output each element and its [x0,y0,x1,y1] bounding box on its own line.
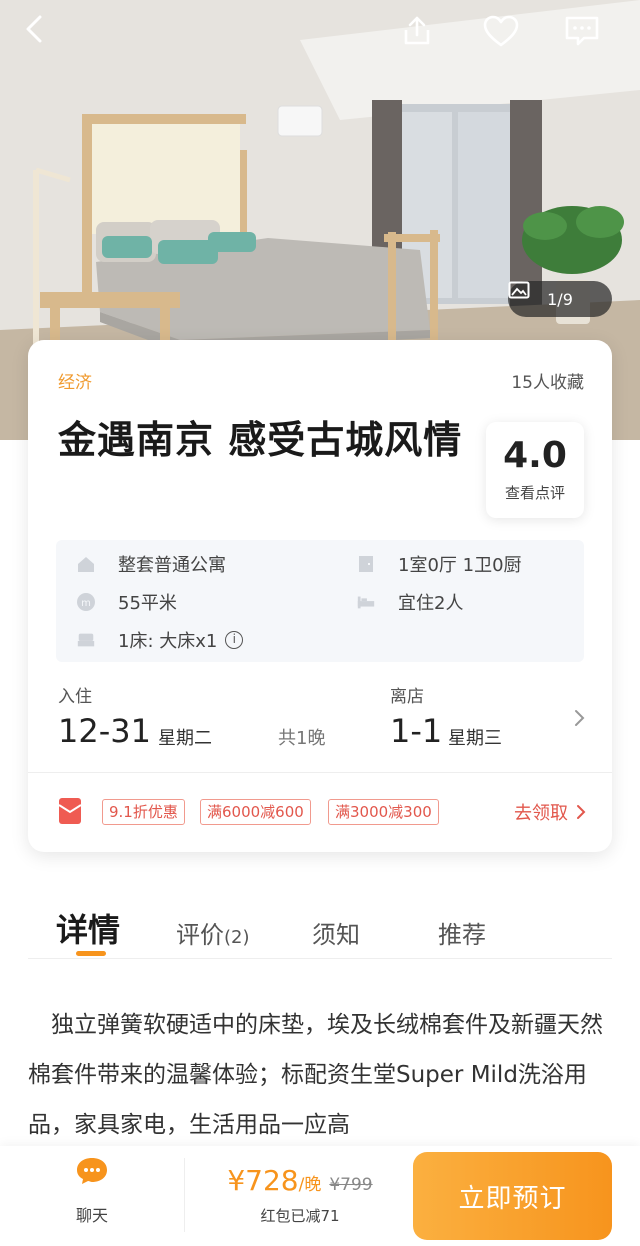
listing-title: 金遇南京 感受古城风情 [58,418,463,462]
red-envelope-icon [58,798,82,824]
promo-row[interactable]: 9.1折优惠 满6000减600 满3000减300 去领取 [28,773,612,852]
photo-counter-text: 1/9 [547,289,573,309]
per-night-label: /晚 [298,1175,322,1195]
checkin-weekday: 星期二 [158,728,212,749]
back-button[interactable] [22,14,70,62]
checkout-date: 1-1 [390,712,443,750]
back-icon [26,15,42,43]
category-tag: 经济 [58,373,92,393]
description-text: 独立弹簧软硬适中的床垫，埃及长绒棉套件及新疆天然棉套件带来的温馨体验；标配资生堂… [28,1012,603,1138]
rating-score: 4.0 [503,435,567,476]
tab-reviews[interactable]: 评价(2) [176,915,250,950]
chat-icon [77,1158,107,1184]
share-button[interactable] [400,14,448,62]
checkin-label: 入住 [58,687,92,707]
nightly-price: ¥728 [227,1164,299,1197]
fact-beds: 1床: 大床x1 i [76,626,244,654]
listing-card: 经济 15人收藏 金遇南京 感受古城风情 4.0 查看点评 整套普通公寓 1室0… [28,340,612,852]
checkout-weekday: 星期三 [448,728,502,749]
bed-info-icon[interactable]: i [225,631,244,649]
date-selector[interactable]: 入住 12-31 星期二 共1晚 离店 1-1 星期三 [28,676,612,772]
fact-guests: 宜住2人 [356,588,463,616]
image-icon [508,281,530,299]
tab-details[interactable]: 详情 [56,905,120,951]
svg-text:m: m [81,598,91,609]
heart-icon [483,15,519,47]
photo-counter[interactable]: 1/9 [508,281,612,317]
tabs-divider [28,958,612,959]
favorites-count: 15人收藏 [511,373,584,393]
detail-tabs: 详情 评价(2) 须知 推荐 [28,895,612,959]
book-now-button[interactable]: 立即预订 [413,1152,612,1240]
divider [184,1158,185,1232]
chevron-right-icon [577,805,586,819]
area-icon: m [76,592,96,612]
room-facts: 整套普通公寓 1室0厅 1卫0厨 m 55平米 宜住2人 1床: 大床x1 i [56,540,584,662]
original-price: ¥799 [329,1175,373,1195]
claim-coupon-button[interactable]: 去领取 [514,799,586,825]
tab-recommend[interactable]: 推荐 [438,915,486,950]
coupon-tag: 满6000减600 [200,799,311,825]
bed-icon [76,630,96,650]
chevron-right-icon [575,710,585,726]
nights-count: 共1晚 [278,728,326,749]
share-icon [404,16,430,45]
chat-button[interactable]: 聊天 [60,1156,124,1226]
fact-layout: 1室0厅 1卫0厨 [356,550,522,578]
view-reviews-link[interactable]: 查看点评 [486,482,584,503]
fact-area: m 55平米 [76,588,177,616]
house-icon [76,554,96,574]
room-layout-icon [356,554,376,574]
guests-icon [356,592,376,612]
discount-note: 红包已减71 [260,1207,340,1225]
coupon-tag: 满3000减300 [328,799,439,825]
rating-box[interactable]: 4.0 查看点评 [486,422,584,518]
price-summary: ¥728/晚 ¥799 红包已减71 [200,1164,400,1226]
coupon-tag: 9.1折优惠 [102,799,185,825]
price-line: ¥728/晚 ¥799 [200,1164,400,1197]
message-button[interactable] [564,14,612,62]
bottom-bar: 聊天 ¥728/晚 ¥799 红包已减71 立即预订 [0,1146,640,1246]
chat-label: 聊天 [75,1206,108,1225]
checkin-date: 12-31 [58,712,151,750]
checkout-label: 离店 [390,687,424,707]
message-icon [565,16,599,46]
tab-notice[interactable]: 须知 [312,915,360,950]
active-tab-indicator [76,951,106,956]
fact-property-type: 整套普通公寓 [76,550,226,578]
favorite-button[interactable] [482,14,530,62]
